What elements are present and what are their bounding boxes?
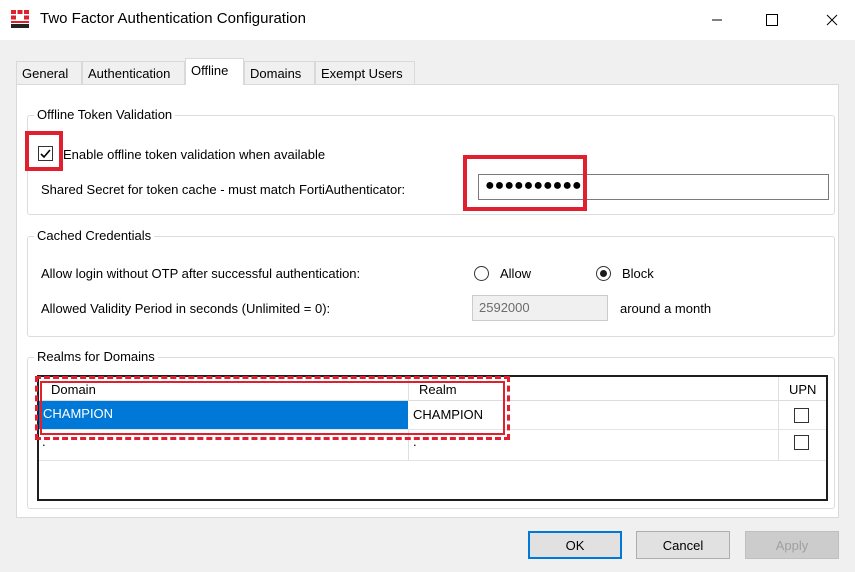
- tab-offline[interactable]: Offline: [185, 58, 244, 85]
- tab-exempt-users[interactable]: Exempt Users: [315, 61, 415, 85]
- highlight-box-secret: [463, 155, 587, 211]
- validity-period-label: Allowed Validity Period in seconds (Unli…: [41, 301, 331, 316]
- close-button[interactable]: [809, 0, 855, 40]
- ok-button[interactable]: OK: [528, 531, 622, 559]
- upn-checkbox[interactable]: [794, 408, 809, 423]
- tab-label: Domains: [250, 66, 302, 81]
- button-label: OK: [565, 537, 585, 553]
- tab-domains[interactable]: Domains: [244, 61, 315, 85]
- validity-hint: around a month: [620, 301, 712, 316]
- title-bar: Two Factor Authentication Configuration: [0, 0, 855, 40]
- enable-offline-label: Enable offline token validation when ava…: [63, 147, 326, 162]
- block-radio[interactable]: [596, 266, 611, 281]
- tab-label: Authentication: [88, 66, 171, 81]
- apply-button[interactable]: Apply: [745, 531, 839, 559]
- tab-label: Offline: [191, 63, 229, 78]
- allow-label: Allow: [500, 266, 532, 281]
- shared-secret-label: Shared Secret for token cache - must mat…: [41, 182, 406, 197]
- button-label: Apply: [775, 537, 809, 553]
- window-title: Two Factor Authentication Configuration: [40, 10, 306, 27]
- button-label: Cancel: [662, 537, 704, 553]
- column-header-upn[interactable]: UPN: [789, 382, 816, 397]
- upn-checkbox[interactable]: [794, 435, 809, 450]
- group-title: Cached Credentials: [34, 228, 155, 243]
- tab-label: Exempt Users: [321, 66, 403, 81]
- block-label: Block: [622, 266, 654, 281]
- allow-radio[interactable]: [474, 266, 489, 281]
- login-without-otp-label: Allow login without OTP after successful…: [41, 266, 361, 281]
- fortinet-app-icon: [10, 9, 30, 29]
- highlight-box-domain-realm: [35, 376, 510, 440]
- maximize-icon: [766, 14, 778, 26]
- tab-panel-offline: Offline Token Validation Enable offline …: [16, 84, 839, 518]
- tab-general[interactable]: General: [16, 61, 82, 85]
- highlight-box-checkbox: [25, 131, 63, 171]
- minimize-button[interactable]: [694, 0, 740, 40]
- offline-token-validation-group: Offline Token Validation Enable offline …: [27, 107, 835, 215]
- cancel-button[interactable]: Cancel: [636, 531, 730, 559]
- validity-period-input[interactable]: 2592000: [472, 295, 608, 321]
- group-title: Offline Token Validation: [34, 107, 176, 122]
- minimize-icon: [712, 19, 722, 21]
- close-icon: [826, 14, 838, 26]
- tab-authentication[interactable]: Authentication: [82, 61, 185, 85]
- group-title: Realms for Domains: [34, 349, 158, 364]
- cached-credentials-group: Cached Credentials Allow login without O…: [27, 228, 835, 337]
- tab-label: General: [22, 66, 69, 81]
- maximize-button[interactable]: [749, 0, 795, 40]
